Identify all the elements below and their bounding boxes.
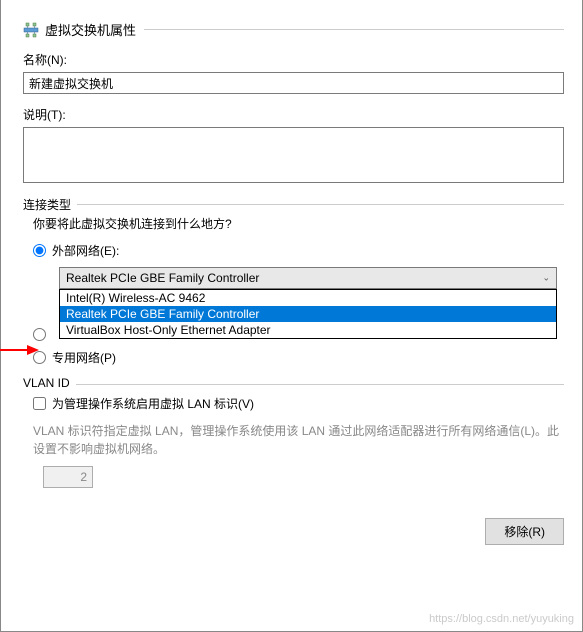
private-network-radio-row[interactable]: 专用网络(P) <box>33 349 564 366</box>
connection-type-group: 连接类型 你要将此虚拟交换机连接到什么地方? 外部网络(E): Realtek … <box>23 204 564 366</box>
description-textarea[interactable] <box>23 127 564 183</box>
external-network-radio-row[interactable]: 外部网络(E): <box>33 242 564 259</box>
vlan-group-label: VLAN ID <box>23 376 76 390</box>
private-network-label: 专用网络(P) <box>52 349 116 366</box>
adapter-option-2[interactable]: VirtualBox Host-Only Ethernet Adapter <box>60 322 556 338</box>
remove-button[interactable]: 移除(R) <box>485 518 564 545</box>
name-field-group: 名称(N): <box>23 51 564 94</box>
vlan-checkbox[interactable] <box>33 397 46 410</box>
adapter-dropdown[interactable]: Realtek PCIe GBE Family Controller ⌄ <box>59 267 557 289</box>
adapter-option-1[interactable]: Realtek PCIe GBE Family Controller <box>60 306 556 322</box>
name-input[interactable] <box>23 72 564 94</box>
chevron-down-icon: ⌄ <box>542 273 550 284</box>
switch-icon <box>23 22 39 38</box>
vlan-id-input <box>43 466 93 488</box>
external-network-radio[interactable] <box>33 244 46 257</box>
hidden-radio[interactable] <box>33 328 46 341</box>
adapter-dropdown-list: Intel(R) Wireless-AC 9462 Realtek PCIe G… <box>59 289 557 339</box>
vlan-checkbox-label: 为管理操作系统启用虚拟 LAN 标识(V) <box>52 395 254 412</box>
connection-question: 你要将此虚拟交换机连接到什么地方? <box>33 215 564 232</box>
red-arrow-annotation <box>0 342 39 361</box>
section-header: 虚拟交换机属性 <box>23 20 564 39</box>
vlan-description: VLAN 标识符指定虚拟 LAN，管理操作系统使用该 LAN 通过此网络适配器进… <box>33 422 564 458</box>
vlan-group: VLAN ID 为管理操作系统启用虚拟 LAN 标识(V) VLAN 标识符指定… <box>23 384 564 488</box>
external-network-label: 外部网络(E): <box>52 242 119 259</box>
button-row: 移除(R) <box>23 518 564 545</box>
connection-type-label: 连接类型 <box>23 196 77 213</box>
name-label: 名称(N): <box>23 51 564 68</box>
description-label: 说明(T): <box>23 106 564 123</box>
watermark: https://blog.csdn.net/yuyuking <box>429 613 574 625</box>
vlan-checkbox-row[interactable]: 为管理操作系统启用虚拟 LAN 标识(V) <box>33 395 564 412</box>
adapter-dropdown-container: Realtek PCIe GBE Family Controller ⌄ Int… <box>59 267 557 289</box>
header-divider <box>144 29 564 30</box>
adapter-option-0[interactable]: Intel(R) Wireless-AC 9462 <box>60 290 556 306</box>
section-title: 虚拟交换机属性 <box>45 20 136 39</box>
description-field-group: 说明(T): <box>23 106 564 186</box>
adapter-selected-value: Realtek PCIe GBE Family Controller <box>66 271 259 285</box>
